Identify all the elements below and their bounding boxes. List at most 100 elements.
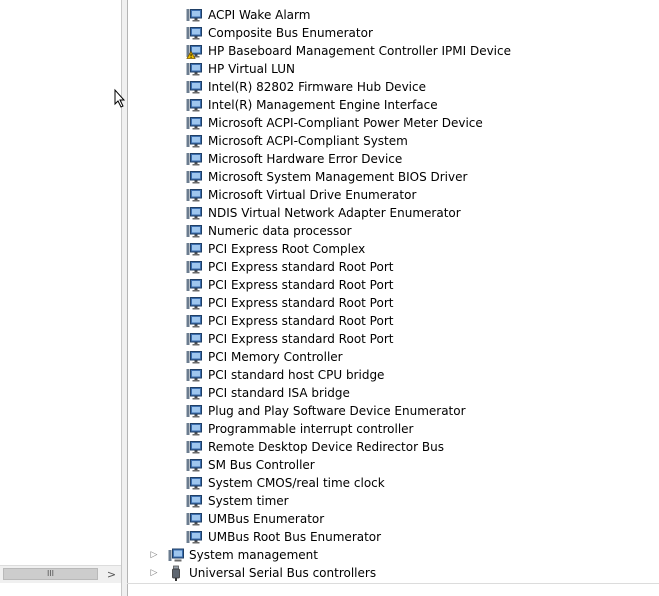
tree-item-label: Remote Desktop Device Redirector Bus [208, 440, 444, 454]
tree-item-device[interactable]: UMBus Root Bus Enumerator [128, 528, 659, 546]
tree-item-label: System CMOS/real time clock [208, 476, 385, 490]
expand-arrow-icon[interactable]: ▷ [149, 546, 159, 564]
device-icon [186, 97, 202, 113]
tree-item-device[interactable]: SM Bus Controller [128, 456, 659, 474]
tree-item-label: Intel(R) 82802 Firmware Hub Device [208, 80, 426, 94]
tree-item-device[interactable]: ACPI Wake Alarm [128, 6, 659, 24]
tree-item-device[interactable]: PCI Express standard Root Port [128, 276, 659, 294]
tree-item-label: PCI Express standard Root Port [208, 260, 394, 274]
tree-item-label: Microsoft System Management BIOS Driver [208, 170, 468, 184]
device-icon [186, 349, 202, 365]
tree-category-system-management[interactable]: ▷ System management [128, 546, 659, 564]
horizontal-scrollbar[interactable]: III > [0, 565, 121, 583]
device-icon [186, 169, 202, 185]
tree-item-label: PCI Express standard Root Port [208, 332, 394, 346]
scroll-right-button[interactable]: > [103, 566, 120, 583]
tree-item-label: HP Baseboard Management Controller IPMI … [208, 44, 511, 58]
tree-item-device[interactable]: Microsoft System Management BIOS Driver [128, 168, 659, 186]
tree-item-label: UMBus Enumerator [208, 512, 325, 526]
tree-item-label: Microsoft ACPI-Compliant System [208, 134, 408, 148]
tree-item-device[interactable]: PCI Memory Controller [128, 348, 659, 366]
device-icon [186, 529, 202, 545]
usb-icon [168, 565, 184, 581]
tree-item-device[interactable]: Composite Bus Enumerator [128, 24, 659, 42]
device-icon [186, 223, 202, 239]
device-icon [186, 511, 202, 527]
tree-item-device[interactable]: System CMOS/real time clock [128, 474, 659, 492]
device-icon [186, 151, 202, 167]
tree-category-usb-controllers[interactable]: ▷ Universal Serial Bus controllers [128, 564, 659, 582]
tree-item-device[interactable]: PCI standard ISA bridge [128, 384, 659, 402]
device-icon [186, 25, 202, 41]
bottom-divider [127, 583, 659, 584]
left-pane [0, 0, 121, 596]
tree-item-label: PCI Memory Controller [208, 350, 343, 364]
tree-item-device[interactable]: ACPI Fixed Feature Button [128, 0, 659, 2]
tree-item-label: HP Virtual LUN [208, 62, 295, 76]
tree-item-device[interactable]: PCI Express standard Root Port [128, 330, 659, 348]
device-icon [186, 79, 202, 95]
device-icon [186, 385, 202, 401]
device-icon [186, 367, 202, 383]
tree-item-label: Microsoft Hardware Error Device [208, 152, 403, 166]
device-icon [186, 187, 202, 203]
tree-item-device[interactable]: HP Virtual LUN [128, 60, 659, 78]
tree-item-device[interactable]: PCI standard host CPU bridge [128, 366, 659, 384]
device-icon [186, 0, 202, 1]
tree-item-device[interactable]: Microsoft ACPI-Compliant Power Meter Dev… [128, 114, 659, 132]
tree-item-label: Plug and Play Software Device Enumerator [208, 404, 466, 418]
device-icon [186, 421, 202, 437]
tree-item-label: PCI Express standard Root Port [208, 314, 394, 328]
tree-item-label: PCI Express standard Root Port [208, 296, 394, 310]
tree-item-label: ACPI Wake Alarm [208, 8, 311, 22]
device-icon [186, 457, 202, 473]
tree-item-label: System management [189, 548, 318, 562]
tree-item-label: Composite Bus Enumerator [208, 26, 373, 40]
device-icon [186, 115, 202, 131]
device-icon [186, 133, 202, 149]
tree-item-device[interactable]: HP Baseboard Management Controller IPMI … [128, 42, 659, 60]
tree-item-label: Numeric data processor [208, 224, 352, 238]
tree-item-label: Microsoft Virtual Drive Enumerator [208, 188, 417, 202]
tree-item-label: PCI standard ISA bridge [208, 386, 350, 400]
tree-item-device[interactable]: Intel(R) Management Engine Interface [128, 96, 659, 114]
tree-item-device[interactable]: Microsoft Virtual Drive Enumerator [128, 186, 659, 204]
tree-item-device[interactable]: NDIS Virtual Network Adapter Enumerator [128, 204, 659, 222]
tree-item-device[interactable]: Numeric data processor [128, 222, 659, 240]
tree-item-device[interactable]: PCI Express standard Root Port [128, 294, 659, 312]
tree-item-label: ACPI Fixed Feature Button [208, 0, 363, 2]
tree-item-label: PCI standard host CPU bridge [208, 368, 385, 382]
tree-item-device[interactable]: Remote Desktop Device Redirector Bus [128, 438, 659, 456]
tree-item-device[interactable]: UMBus Enumerator [128, 510, 659, 528]
system-management-icon [168, 547, 184, 563]
tree-item-device[interactable]: PCI Express Root Complex [128, 240, 659, 258]
tree-item-label: NDIS Virtual Network Adapter Enumerator [208, 206, 461, 220]
device-icon [186, 259, 202, 275]
tree-item-device[interactable]: Microsoft Hardware Error Device [128, 150, 659, 168]
tree-item-label: Intel(R) Management Engine Interface [208, 98, 438, 112]
expand-arrow-icon[interactable]: ▷ [149, 564, 159, 582]
tree-item-label: Programmable interrupt controller [208, 422, 414, 436]
device-icon [186, 493, 202, 509]
tree-item-device[interactable]: Microsoft ACPI-Compliant System [128, 132, 659, 150]
tree-item-label: Universal Serial Bus controllers [189, 566, 377, 580]
tree-item-device[interactable]: System timer [128, 492, 659, 510]
device-icon [186, 313, 202, 329]
device-icon [186, 7, 202, 23]
tree-item-label: Microsoft ACPI-Compliant Power Meter Dev… [208, 116, 483, 130]
tree-item-device[interactable]: Programmable interrupt controller [128, 420, 659, 438]
tree-item-label: UMBus Root Bus Enumerator [208, 530, 382, 544]
tree-item-label: SM Bus Controller [208, 458, 315, 472]
device-icon [186, 439, 202, 455]
resize-cursor-icon [114, 88, 125, 108]
device-icon [186, 277, 202, 293]
device-icon [186, 241, 202, 257]
tree-item-label: PCI Express Root Complex [208, 242, 366, 256]
tree-item-device[interactable]: Intel(R) 82802 Firmware Hub Device [128, 78, 659, 96]
tree-item-device[interactable]: PCI Express standard Root Port [128, 258, 659, 276]
device-icon [186, 295, 202, 311]
tree-item-device[interactable]: Plug and Play Software Device Enumerator [128, 402, 659, 420]
device-warning-icon [186, 43, 202, 59]
tree-item-device[interactable]: PCI Express standard Root Port [128, 312, 659, 330]
scrollbar-thumb[interactable]: III [3, 568, 98, 580]
